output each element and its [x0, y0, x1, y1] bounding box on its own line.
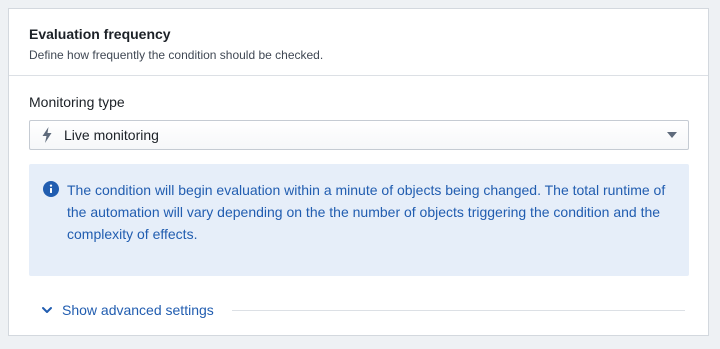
callout-text: The condition will begin evaluation with… — [67, 182, 666, 242]
evaluation-frequency-card: Evaluation frequency Define how frequent… — [8, 8, 709, 336]
info-callout: The condition will begin evaluation with… — [29, 164, 689, 276]
section-description: Define how frequently the condition shou… — [29, 48, 324, 62]
show-advanced-settings-button[interactable]: Show advanced settings — [29, 302, 214, 318]
section-title: Evaluation frequency — [29, 26, 171, 42]
card-body: Monitoring type Live monitoring The cond… — [9, 76, 708, 318]
monitoring-type-value: Live monitoring — [64, 127, 159, 143]
advanced-settings-row: Show advanced settings — [29, 302, 689, 318]
info-icon — [43, 181, 59, 197]
card-header: Evaluation frequency Define how frequent… — [9, 9, 708, 76]
lightning-bolt-icon — [40, 127, 54, 143]
chevron-down-icon — [41, 304, 53, 316]
caret-down-icon — [666, 129, 678, 141]
monitoring-type-label: Monitoring type — [29, 94, 125, 110]
show-advanced-settings-label: Show advanced settings — [62, 302, 214, 318]
monitoring-type-select[interactable]: Live monitoring — [29, 120, 689, 150]
divider — [231, 309, 685, 311]
